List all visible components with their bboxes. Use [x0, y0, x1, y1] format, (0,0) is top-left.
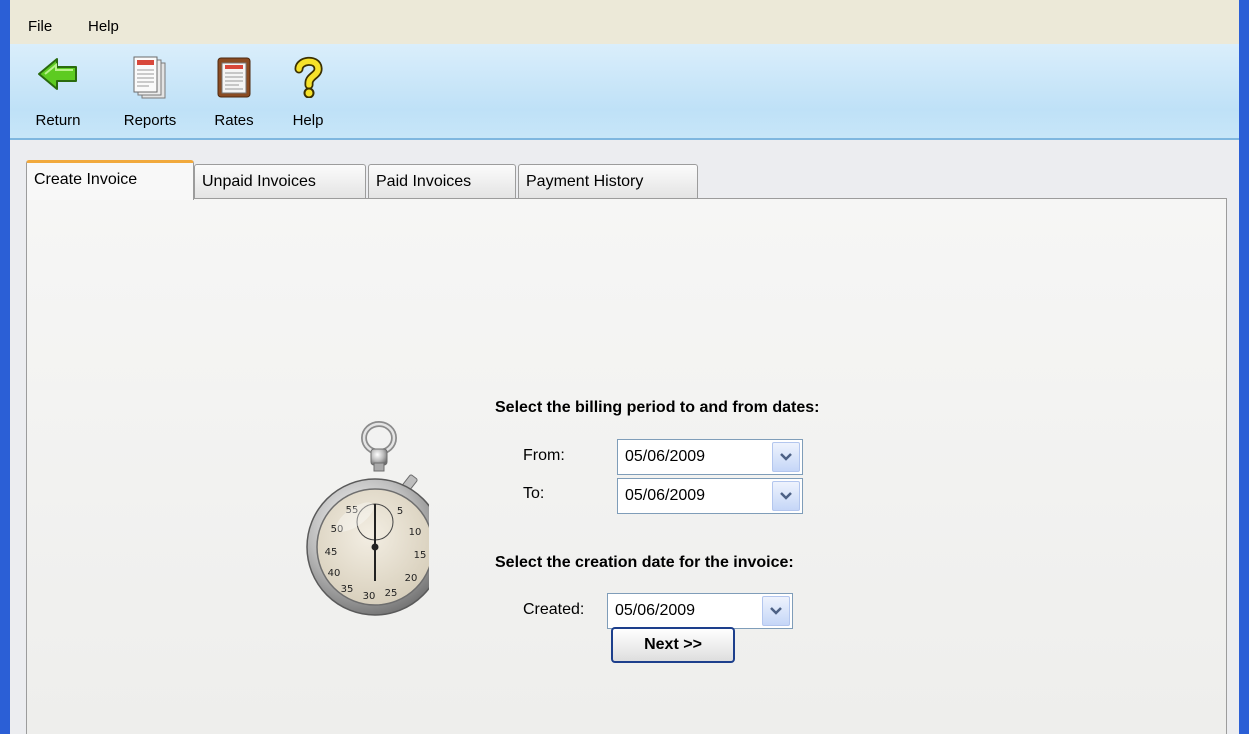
dial-label-5: 5 — [397, 506, 403, 517]
from-date-combobox[interactable]: 05/06/2009 — [617, 439, 803, 475]
content-area: Create Invoice Unpaid Invoices Paid Invo… — [10, 140, 1239, 734]
dial-label-25: 25 — [385, 588, 398, 599]
dial-label-10: 10 — [409, 527, 422, 538]
dial-label-30: 30 — [363, 591, 376, 602]
created-label: Created: — [523, 601, 585, 618]
return-button[interactable]: Return — [18, 52, 98, 132]
reports-button[interactable]: Reports — [110, 52, 190, 132]
dial-label-40: 40 — [328, 568, 341, 579]
to-date-combobox[interactable]: 05/06/2009 — [617, 478, 803, 514]
help-question-icon — [293, 56, 323, 103]
dial-label-35: 35 — [341, 584, 354, 595]
rates-clipboard-icon — [217, 56, 251, 103]
rates-label: Rates — [214, 112, 254, 129]
tab-payment-history[interactable]: Payment History — [518, 164, 698, 198]
from-label: From: — [523, 447, 565, 464]
tab-create-invoice[interactable]: Create Invoice — [26, 160, 194, 200]
created-date-dropdown-button[interactable] — [762, 596, 790, 626]
menu-bar: File Help — [10, 0, 1239, 45]
stopwatch-image: 5 10 15 20 25 30 35 40 45 50 55 — [289, 421, 444, 636]
dial-label-15: 15 — [414, 550, 427, 561]
to-label: To: — [523, 485, 545, 502]
tab-paid-invoices[interactable]: Paid Invoices — [368, 164, 516, 198]
tab-unpaid-invoices[interactable]: Unpaid Invoices — [194, 164, 366, 198]
reports-label: Reports — [123, 112, 177, 129]
created-date-combobox[interactable]: 05/06/2009 — [607, 593, 793, 629]
chevron-down-icon — [780, 453, 792, 461]
rates-button[interactable]: Rates — [194, 52, 274, 132]
menu-help[interactable]: Help — [88, 18, 119, 35]
created-date-value: 05/06/2009 — [615, 602, 696, 619]
back-arrow-icon — [37, 56, 79, 97]
reports-icon — [133, 56, 167, 105]
to-date-dropdown-button[interactable] — [772, 481, 800, 511]
creation-date-heading: Select the creation date for the invoice… — [495, 554, 794, 571]
app-window: File Help Return Reports Rates Help Crea… — [10, 0, 1239, 734]
from-date-dropdown-button[interactable] — [772, 442, 800, 472]
menu-file[interactable]: File — [28, 18, 52, 35]
help-label: Help — [292, 112, 324, 129]
help-button[interactable]: Help — [268, 52, 348, 132]
next-button[interactable]: Next >> — [611, 627, 735, 663]
toolbar: Return Reports Rates Help — [10, 44, 1239, 140]
stopwatch-drawing: 5 10 15 20 25 30 35 40 45 50 55 — [306, 421, 444, 616]
dial-label-20: 20 — [405, 573, 418, 584]
billing-period-heading: Select the billing period to and from da… — [495, 399, 820, 416]
from-date-value: 05/06/2009 — [625, 448, 706, 465]
chevron-down-icon — [770, 607, 782, 615]
to-date-value: 05/06/2009 — [625, 487, 706, 504]
return-label: Return — [35, 112, 81, 129]
dial-label-45: 45 — [325, 547, 338, 558]
create-invoice-panel: 5 10 15 20 25 30 35 40 45 50 55 Select t… — [26, 198, 1227, 734]
chevron-down-icon — [780, 492, 792, 500]
